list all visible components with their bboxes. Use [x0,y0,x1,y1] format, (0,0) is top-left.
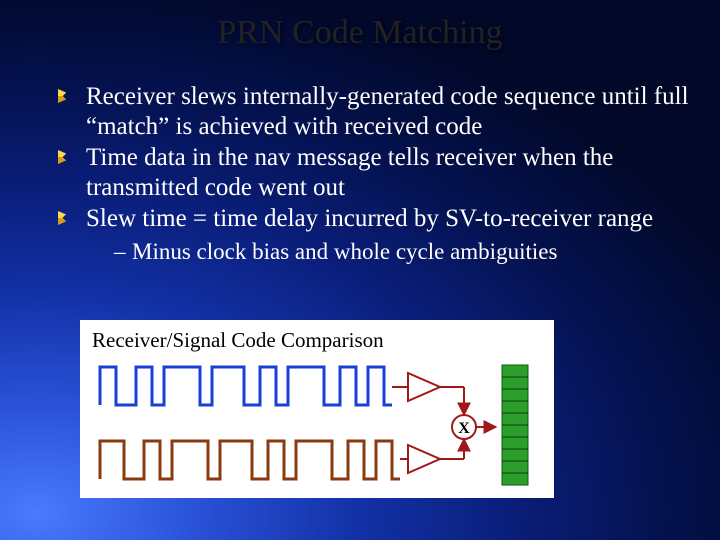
amplifier-bottom-icon [400,439,464,473]
bullet-item: Slew time = time delay incurred by SV-to… [58,204,690,266]
integrator-block-icon [502,365,528,485]
slide: PRN Code Matching Receiver slews interna… [0,0,720,540]
code-comparison-figure: Receiver/Signal Code Comparison [80,320,554,498]
amplifier-top-icon [392,373,464,415]
body-text: Receiver slews internally-generated code… [58,82,690,268]
sub-bullet-list: Minus clock bias and whole cycle ambigui… [86,238,690,267]
receiver-code-wave [100,367,392,405]
sub-bullet-item: Minus clock bias and whole cycle ambigui… [114,238,690,267]
page-title: PRN Code Matching [0,14,720,52]
code-comparison-diagram: X [92,359,542,491]
signal-code-wave [100,441,400,479]
multiplier-label: X [458,420,470,437]
bullet-text: Slew time = time delay incurred by SV-to… [86,205,653,232]
bullet-list: Receiver slews internally-generated code… [58,82,690,266]
bullet-item: Receiver slews internally-generated code… [58,82,690,141]
multiplier-icon: X [452,415,496,439]
bullet-item: Time data in the nav message tells recei… [58,143,690,202]
figure-title: Receiver/Signal Code Comparison [92,328,542,353]
